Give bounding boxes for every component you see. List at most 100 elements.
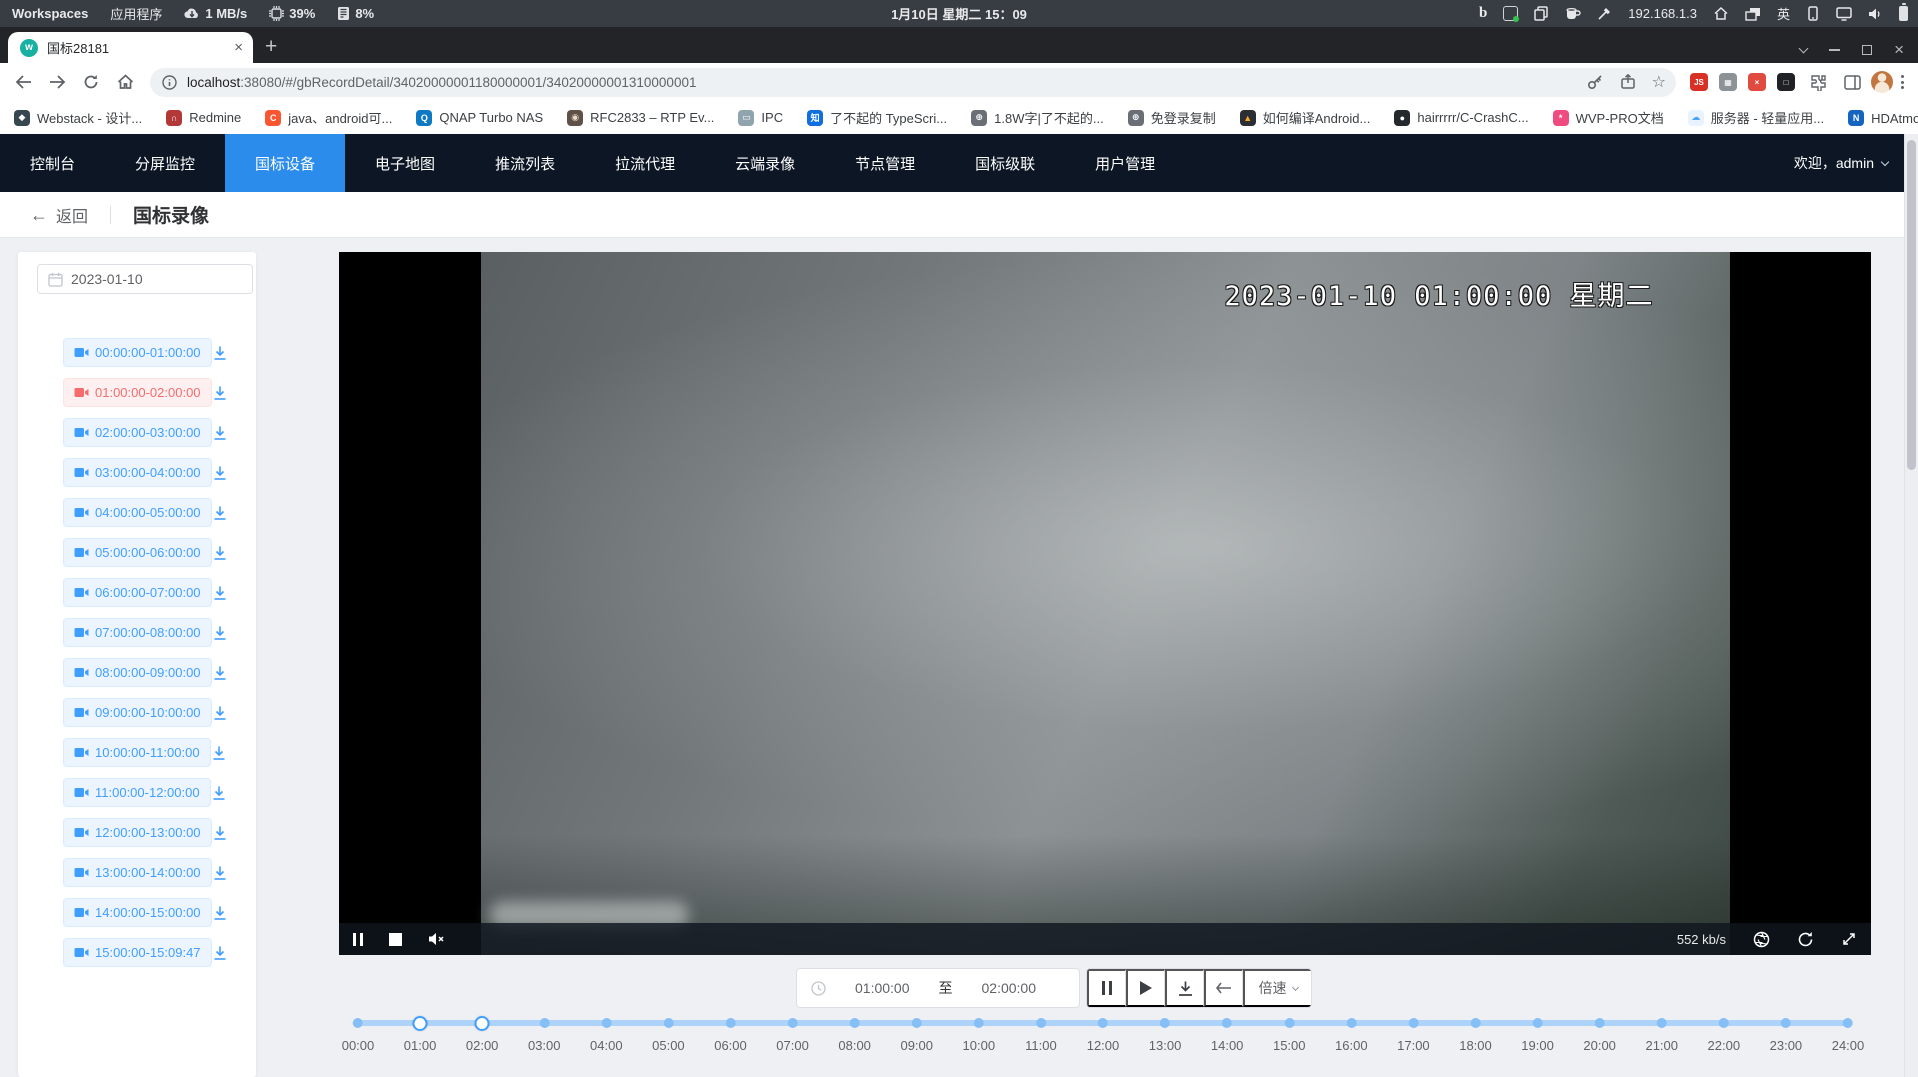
- record-time-button[interactable]: 12:00:00-13:00:00: [63, 818, 212, 847]
- site-info-icon[interactable]: [162, 75, 177, 90]
- fullscreen-icon[interactable]: [1841, 931, 1857, 947]
- nav-item[interactable]: 电子地图: [345, 134, 465, 192]
- download-button[interactable]: [211, 785, 227, 801]
- extension-icon[interactable]: JS: [1690, 73, 1708, 91]
- download-record-button[interactable]: [1165, 969, 1204, 1007]
- volume-muted-icon[interactable]: [428, 932, 446, 946]
- video-frame[interactable]: 2023-01-10 01:00:00 星期二: [481, 252, 1730, 955]
- record-time-button[interactable]: 15:00:00-15:09:47: [63, 938, 212, 967]
- window-minimize-button[interactable]: [1829, 49, 1840, 51]
- user-menu[interactable]: 欢迎，admin: [1794, 134, 1918, 192]
- download-button[interactable]: [211, 745, 227, 761]
- download-button[interactable]: [212, 385, 228, 401]
- record-time-button[interactable]: 04:00:00-05:00:00: [63, 498, 212, 527]
- player-stop-icon[interactable]: [389, 933, 402, 946]
- download-button[interactable]: [212, 665, 228, 681]
- phone-link-tray-icon[interactable]: [1806, 6, 1820, 21]
- nav-item[interactable]: 拉流代理: [585, 134, 705, 192]
- download-button[interactable]: [212, 505, 228, 521]
- browser-profile-avatar[interactable]: [1871, 71, 1893, 93]
- download-button[interactable]: [212, 905, 228, 921]
- start-time-value[interactable]: 01:00:00: [826, 980, 939, 996]
- record-time-button[interactable]: 03:00:00-04:00:00: [63, 458, 212, 487]
- page-scrollbar[interactable]: [1904, 134, 1918, 1077]
- back-link[interactable]: ← 返回: [30, 203, 88, 227]
- window-maximize-button[interactable]: [1862, 45, 1872, 55]
- side-panel-icon[interactable]: [1837, 67, 1867, 97]
- scrollbar-thumb[interactable]: [1907, 140, 1916, 470]
- play-button[interactable]: [1126, 969, 1165, 1007]
- download-button[interactable]: [212, 945, 228, 961]
- pause-button[interactable]: [1087, 969, 1126, 1007]
- input-method-indicator[interactable]: 英: [1777, 4, 1790, 23]
- bing-tray-icon[interactable]: b: [1479, 5, 1487, 22]
- timeline-handle[interactable]: [475, 1016, 490, 1031]
- share-icon[interactable]: [1620, 74, 1636, 90]
- extension-icon[interactable]: ×: [1748, 73, 1766, 91]
- record-time-button[interactable]: 05:00:00-06:00:00: [63, 538, 212, 567]
- video-player[interactable]: 2023-01-10 01:00:00 星期二 552 kb/s: [339, 252, 1871, 955]
- home-button[interactable]: [110, 67, 140, 97]
- download-button[interactable]: [212, 705, 228, 721]
- snapshot-shutter-icon[interactable]: [1753, 931, 1770, 948]
- download-button[interactable]: [212, 425, 228, 441]
- ip-address[interactable]: 192.168.1.3: [1628, 6, 1697, 21]
- date-picker-input[interactable]: 2023-01-10: [37, 264, 253, 294]
- applications-menu[interactable]: 应用程序: [110, 4, 162, 23]
- timeline-slider[interactable]: 00:00 01:00 02:00: [358, 1016, 1848, 1072]
- new-tab-button[interactable]: +: [265, 36, 277, 57]
- bookmark-item[interactable]: ⊕ 1.8W字|了不起的...: [971, 108, 1104, 127]
- nav-item[interactable]: 分屏监控: [105, 134, 225, 192]
- battery-icon[interactable]: [1899, 6, 1908, 21]
- bookmark-item[interactable]: ☁ 服务器 - 轻量应用...: [1688, 108, 1824, 127]
- bookmark-item[interactable]: ◆ Webstack - 设计...: [14, 108, 142, 127]
- download-button[interactable]: [212, 625, 228, 641]
- reload-button[interactable]: [76, 67, 106, 97]
- clipboard-tray-icon[interactable]: [1534, 6, 1549, 21]
- display-tray-icon[interactable]: [1836, 7, 1852, 21]
- record-time-button[interactable]: 08:00:00-09:00:00: [63, 658, 212, 687]
- window-close-button[interactable]: ×: [1894, 45, 1904, 55]
- password-key-icon[interactable]: [1587, 74, 1604, 90]
- nav-item[interactable]: 推流列表: [465, 134, 585, 192]
- download-button[interactable]: [212, 825, 228, 841]
- nav-item[interactable]: 用户管理: [1065, 134, 1185, 192]
- seek-back-button[interactable]: [1204, 969, 1243, 1007]
- bookmark-item[interactable]: 知 了不起的 TypeScri...: [807, 108, 947, 127]
- download-button[interactable]: [212, 345, 228, 361]
- extensions-puzzle-icon[interactable]: [1803, 67, 1833, 97]
- bookmark-item[interactable]: * WVP-PRO文档: [1553, 108, 1664, 127]
- record-time-button[interactable]: 01:00:00-02:00:00: [63, 378, 212, 407]
- color-picker-tray-icon[interactable]: [1597, 6, 1612, 21]
- browser-menu-icon[interactable]: [1897, 75, 1908, 89]
- forward-button[interactable]: [42, 67, 72, 97]
- bookmark-item[interactable]: Q QNAP Turbo NAS: [416, 110, 543, 126]
- bookmark-item[interactable]: ▭ IPC: [738, 110, 783, 126]
- time-range-input[interactable]: 01:00:00 至 02:00:00: [796, 968, 1080, 1008]
- nav-item[interactable]: 云端录像: [705, 134, 825, 192]
- timeline-handle[interactable]: [413, 1016, 428, 1031]
- nav-item[interactable]: 国标设备: [225, 134, 345, 192]
- extension-icon[interactable]: ▦: [1719, 73, 1737, 91]
- bookmark-item[interactable]: ∩ Redmine: [166, 110, 241, 126]
- record-time-button[interactable]: 13:00:00-14:00:00: [63, 858, 212, 887]
- download-button[interactable]: [212, 585, 228, 601]
- address-bar[interactable]: localhost:38080/#/gbRecordDetail/3402000…: [150, 68, 1676, 97]
- download-button[interactable]: [212, 465, 228, 481]
- app-status-tray-icon[interactable]: [1503, 6, 1518, 21]
- coffee-tray-icon[interactable]: [1565, 7, 1581, 21]
- record-time-button[interactable]: 11:00:00-12:00:00: [63, 778, 211, 807]
- download-button[interactable]: [212, 545, 228, 561]
- windows-tray-icon[interactable]: [1745, 7, 1761, 21]
- workspaces-menu[interactable]: Workspaces: [12, 6, 88, 21]
- record-time-button[interactable]: 09:00:00-10:00:00: [63, 698, 212, 727]
- bookmark-star-icon[interactable]: ☆: [1652, 72, 1666, 92]
- bookmark-item[interactable]: N HDAtmos :: 种子 *...: [1848, 108, 1918, 127]
- bookmark-item[interactable]: ▲ 如何编译Android...: [1240, 108, 1371, 127]
- nav-item[interactable]: 节点管理: [825, 134, 945, 192]
- record-time-button[interactable]: 10:00:00-11:00:00: [63, 738, 211, 767]
- record-time-button[interactable]: 14:00:00-15:00:00: [63, 898, 212, 927]
- tab-close-icon[interactable]: ×: [234, 40, 243, 55]
- record-time-button[interactable]: 02:00:00-03:00:00: [63, 418, 212, 447]
- record-time-button[interactable]: 06:00:00-07:00:00: [63, 578, 212, 607]
